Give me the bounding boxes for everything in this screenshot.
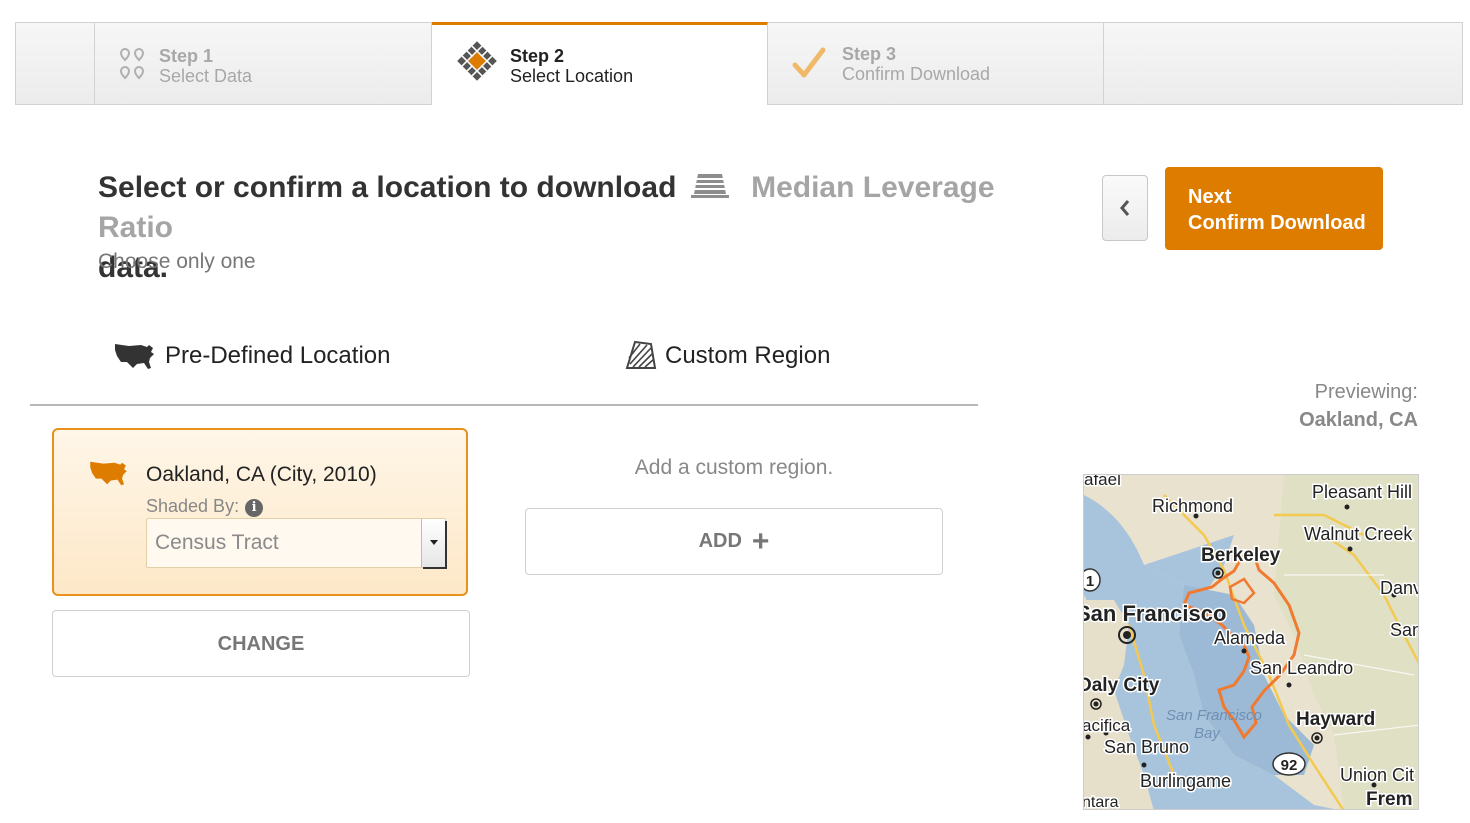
custom-region-hint: Add a custom region. <box>634 456 834 479</box>
usa-map-icon <box>90 461 127 486</box>
map-label-berkeley: Berkeley <box>1201 545 1281 566</box>
page-subtitle: Choose only one <box>98 250 256 273</box>
chevron-left-icon <box>1120 200 1130 216</box>
step-2-label: Select Location <box>510 66 634 86</box>
previewing-text: Previewing: <box>1314 381 1418 403</box>
selected-location-card[interactable]: Oakland, CA (City, 2010) Shaded By: i Cen… <box>52 428 468 596</box>
add-button-label: ADD <box>698 530 742 552</box>
map-pins-icon <box>119 47 145 80</box>
map-label-burlingame: Burlingame <box>1140 771 1231 791</box>
add-custom-region-button[interactable]: ADD + <box>525 508 943 575</box>
map-label-san-ramon: San R <box>1390 620 1419 640</box>
location-name: Oakland, CA (City, 2010) <box>146 463 377 486</box>
map-label-hayward: Hayward <box>1296 709 1375 730</box>
checkmark-icon <box>792 47 826 78</box>
map-label-alameda: Alameda <box>1214 628 1286 648</box>
step-confirm-download[interactable]: Step 3 Confirm Download <box>768 23 1104 104</box>
shaded-by-text: Shaded By: <box>146 496 240 516</box>
step-1-number: Step 1 <box>159 46 214 66</box>
dataset-layers-icon <box>690 174 729 198</box>
shaded-by-select[interactable]: Census Tract <box>146 518 446 568</box>
next-button-line1: Next <box>1188 186 1232 208</box>
back-button[interactable] <box>1102 175 1148 241</box>
custom-region-icon <box>625 340 657 369</box>
info-icon[interactable]: i <box>245 499 264 517</box>
stepper-spacer <box>16 23 95 104</box>
grid-location-icon <box>457 41 497 81</box>
page-title-text: Select or confirm a location to download <box>98 171 677 204</box>
usa-map-icon <box>115 344 154 369</box>
tabs-divider <box>30 404 978 406</box>
dropdown-arrow-icon[interactable] <box>421 519 445 567</box>
change-location-button[interactable]: CHANGE <box>52 610 470 677</box>
map-label-pacifica: acifica <box>1084 716 1131 735</box>
step-3-label: Confirm Download <box>842 64 991 84</box>
shaded-by-label: Shaded By: i <box>146 496 264 517</box>
map-label-walnut-creek: Walnut Creek <box>1304 524 1413 544</box>
next-button[interactable]: Next Confirm Download <box>1165 167 1383 250</box>
map-label-sf-bay: San Francisco <box>1166 707 1262 724</box>
map-label-route-1: 1 <box>1086 573 1094 590</box>
map-label-rafael: afael <box>1084 475 1121 489</box>
tab-custom-region[interactable]: Custom Region <box>625 340 830 372</box>
map-label-daly-city: Daly City <box>1084 675 1160 696</box>
map-label-montara: ntara <box>1084 794 1119 810</box>
preview-label: Previewing: Oakland, CA <box>1299 378 1418 434</box>
map-label-route-92: 92 <box>1281 757 1298 774</box>
map-label-danville: Danvil <box>1380 578 1419 598</box>
plus-icon: + <box>751 524 770 558</box>
map-label-bay: Bay <box>1194 725 1221 742</box>
preview-map[interactable]: 92 1 afael Richmond Pleasant Hill Walnut… <box>1083 474 1419 810</box>
step-select-data[interactable]: Step 1 Select Data <box>95 23 432 104</box>
next-button-line2: Confirm Download <box>1188 212 1366 234</box>
step-3-number: Step 3 <box>842 44 897 64</box>
preview-location: Oakland, CA <box>1299 409 1418 431</box>
tab-predefined-location[interactable]: Pre-Defined Location <box>113 340 390 372</box>
step-1-label: Select Data <box>159 66 253 86</box>
map-label-pleasant-hill: Pleasant Hill <box>1312 482 1412 502</box>
stepper-filler <box>1104 23 1462 104</box>
tab-predefined-label: Pre-Defined Location <box>165 342 391 369</box>
map-canvas: 92 1 afael Richmond Pleasant Hill Walnut… <box>1084 475 1419 810</box>
map-label-richmond: Richmond <box>1152 496 1233 516</box>
step-select-location[interactable]: Step 2 Select Location <box>432 22 768 105</box>
map-label-union-city: Union Cit <box>1340 765 1414 785</box>
shaded-by-value: Census Tract <box>155 531 279 554</box>
map-label-san-leandro: San Leandro <box>1250 658 1353 678</box>
step-2-number: Step 2 <box>510 46 565 66</box>
map-label-san-francisco: San Francisco <box>1084 601 1226 626</box>
map-label-san-bruno: San Bruno <box>1104 737 1189 757</box>
map-label-fremont: Frem <box>1366 789 1412 810</box>
progress-stepper: Step 1 Select Data Step 2 Select Locatio… <box>15 22 1463 105</box>
tab-custom-label: Custom Region <box>665 342 831 369</box>
